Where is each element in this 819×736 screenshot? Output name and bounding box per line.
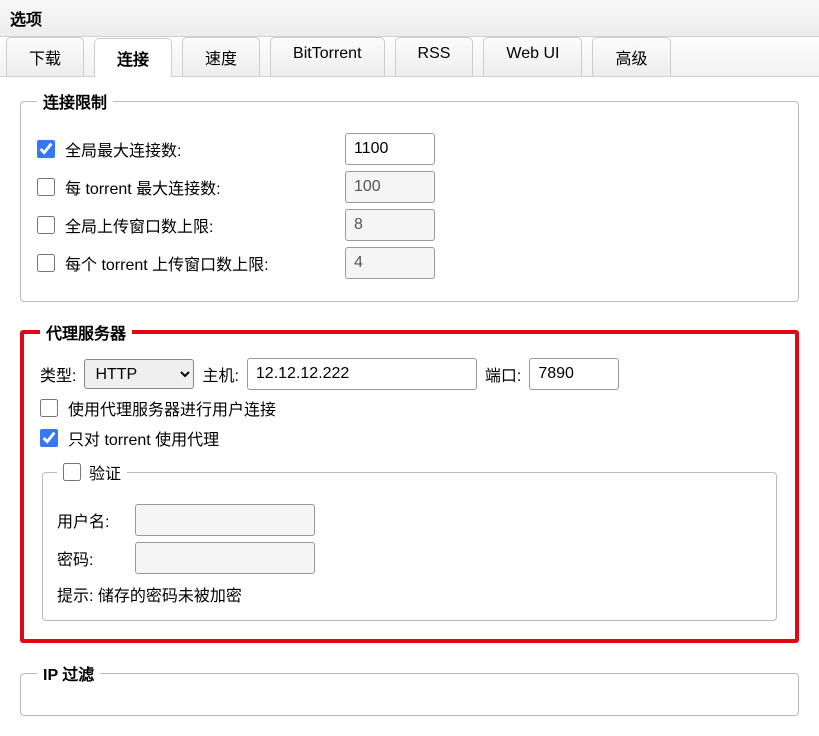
global-upload-slots-input[interactable]	[345, 209, 435, 241]
per-torrent-max-label: 每 torrent 最大连接数:	[65, 175, 335, 199]
proxy-type-label: 类型:	[40, 362, 76, 386]
per-torrent-upload-slots-input[interactable]	[345, 247, 435, 279]
connection-limits-group: 连接限制 全局最大连接数: 每 torrent 最大连接数: 全局上传窗口数上限…	[20, 89, 799, 302]
tab-bar: 下载 连接 速度 BitTorrent RSS Web UI 高级	[0, 37, 819, 77]
per-torrent-upload-slots-row: 每个 torrent 上传窗口数上限:	[37, 247, 782, 279]
window-title: 选项	[0, 0, 819, 37]
proxy-host-input[interactable]	[247, 358, 477, 390]
global-max-input[interactable]	[345, 133, 435, 165]
global-max-label: 全局最大连接数:	[65, 137, 335, 161]
proxy-peer-conn-label: 使用代理服务器进行用户连接	[68, 396, 276, 420]
connection-panel: 连接限制 全局最大连接数: 每 torrent 最大连接数: 全局上传窗口数上限…	[0, 77, 819, 736]
per-torrent-upload-slots-label: 每个 torrent 上传窗口数上限:	[65, 251, 335, 275]
tab-connection[interactable]: 连接	[94, 38, 172, 77]
global-max-checkbox[interactable]	[37, 140, 55, 158]
per-torrent-max-row: 每 torrent 最大连接数:	[37, 171, 782, 203]
tab-bittorrent[interactable]: BitTorrent	[270, 37, 384, 76]
per-torrent-max-checkbox[interactable]	[37, 178, 55, 196]
tab-download[interactable]: 下载	[6, 37, 84, 76]
proxy-only-torrent-label: 只对 torrent 使用代理	[68, 426, 219, 450]
proxy-auth-pass-label: 密码:	[57, 546, 125, 570]
tab-advanced[interactable]: 高级	[592, 37, 670, 76]
proxy-auth-user-input[interactable]	[135, 504, 315, 536]
ip-filter-group: IP 过滤	[20, 661, 799, 716]
global-upload-slots-checkbox[interactable]	[37, 216, 55, 234]
global-upload-slots-label: 全局上传窗口数上限:	[65, 213, 335, 237]
proxy-port-label: 端口:	[485, 362, 521, 386]
proxy-auth-hint-label: 提示:	[57, 588, 93, 605]
ip-filter-legend: IP 过滤	[37, 661, 100, 685]
proxy-auth-user-label: 用户名:	[57, 508, 125, 532]
proxy-auth-hint-text: 储存的密码未被加密	[98, 588, 242, 605]
proxy-row: 类型: HTTP 主机: 端口:	[40, 358, 779, 390]
global-max-row: 全局最大连接数:	[37, 133, 782, 165]
global-upload-slots-row: 全局上传窗口数上限:	[37, 209, 782, 241]
proxy-auth-group: 验证 用户名: 密码: 提示: 储存的密码未被加密	[42, 460, 777, 621]
proxy-auth-pass-input[interactable]	[135, 542, 315, 574]
proxy-auth-checkbox[interactable]	[63, 463, 81, 481]
proxy-legend: 代理服务器	[40, 320, 132, 344]
tab-rss[interactable]: RSS	[395, 37, 474, 76]
per-torrent-max-input[interactable]	[345, 171, 435, 203]
proxy-peer-conn-row: 使用代理服务器进行用户连接	[40, 396, 779, 420]
connection-limits-legend: 连接限制	[37, 89, 113, 113]
proxy-type-select[interactable]: HTTP	[84, 359, 194, 389]
tab-webui[interactable]: Web UI	[483, 37, 582, 76]
proxy-port-input[interactable]	[529, 358, 619, 390]
proxy-auth-user-row: 用户名:	[57, 504, 762, 536]
proxy-group: 代理服务器 类型: HTTP 主机: 端口: 使用代理服务器进行用户连接 只对 …	[20, 320, 799, 643]
proxy-auth-hint: 提示: 储存的密码未被加密	[57, 582, 762, 606]
proxy-auth-pass-row: 密码:	[57, 542, 762, 574]
proxy-auth-legend-wrap: 验证	[57, 460, 127, 484]
proxy-only-torrent-checkbox[interactable]	[40, 429, 58, 447]
tab-speed[interactable]: 速度	[182, 37, 260, 76]
proxy-only-torrent-row: 只对 torrent 使用代理	[40, 426, 779, 450]
proxy-auth-legend: 验证	[89, 460, 121, 484]
proxy-host-label: 主机:	[202, 362, 238, 386]
per-torrent-upload-slots-checkbox[interactable]	[37, 254, 55, 272]
proxy-peer-conn-checkbox[interactable]	[40, 399, 58, 417]
